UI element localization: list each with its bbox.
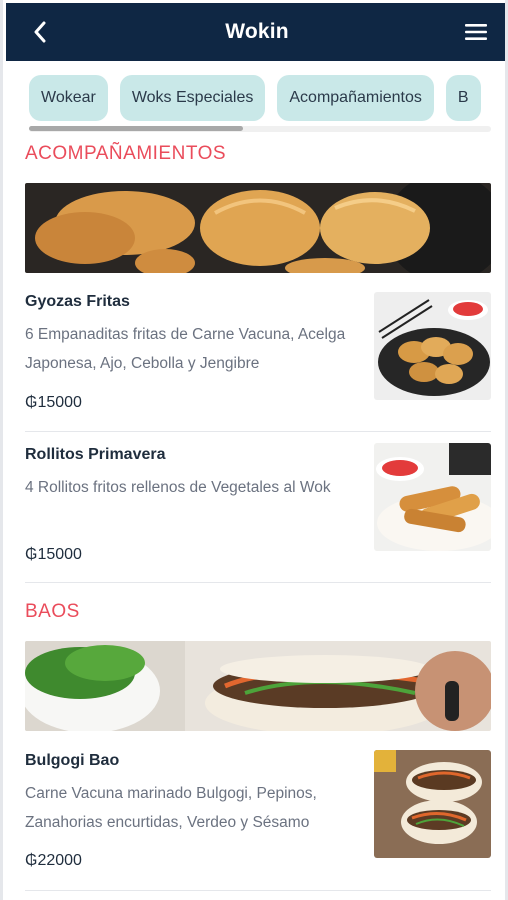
hamburger-menu-icon [465, 24, 487, 40]
menu-item-rollitos-primavera[interactable]: Rollitos Primavera 4 Rollitos fritos rel… [25, 443, 491, 574]
item-price: ₲15000 [25, 546, 82, 563]
item-divider [25, 582, 491, 583]
chevron-left-icon [34, 21, 46, 43]
category-chips[interactable]: Wokear Woks Especiales Acompañamientos B [23, 63, 491, 133]
item-price: ₲15000 [25, 394, 82, 411]
menu-button[interactable] [464, 20, 488, 44]
chip-b[interactable]: B [445, 75, 481, 121]
item-thumbnail [374, 292, 491, 400]
item-divider [25, 431, 491, 432]
fried-dumplings-image [25, 183, 491, 273]
item-name: Rollitos Primavera [25, 446, 166, 463]
chip-woks-especiales[interactable]: Woks Especiales [119, 75, 266, 121]
menu-item-bulgogi-bao[interactable]: Bulgogi Bao Carne Vacuna marinado Bulgog… [25, 750, 491, 880]
gyozas-thumbnail-image [374, 292, 491, 400]
section-title-acompanamientos: ACOMPAÑAMIENTOS [25, 143, 227, 164]
bao-thumbnail-image [374, 750, 491, 858]
section-banner-baos [25, 641, 491, 731]
item-thumbnail [374, 750, 491, 858]
back-button[interactable] [28, 19, 52, 45]
chips-scrollbar-thumb[interactable] [29, 126, 243, 131]
item-divider [25, 890, 491, 891]
app-header: Wokin [6, 3, 505, 61]
item-name: Gyozas Fritas [25, 293, 130, 310]
item-price: ₲22000 [25, 852, 82, 869]
spring-rolls-thumbnail-image [374, 443, 491, 551]
item-description: 6 Empanaditas fritas de Carne Vacuna, Ac… [25, 326, 346, 372]
app-title: Wokin [225, 20, 289, 43]
section-title-baos: BAOS [25, 601, 80, 622]
app-frame: Wokin Wokear Woks Especiales Acompañamie… [0, 0, 508, 900]
section-banner-gyozas [25, 183, 491, 273]
item-description: 4 Rollitos fritos rellenos de Vegetales … [25, 479, 331, 496]
item-name: Bulgogi Bao [25, 752, 120, 769]
menu-item-gyozas-fritas[interactable]: Gyozas Fritas 6 Empanaditas fritas de Ca… [25, 292, 491, 421]
chip-wokear[interactable]: Wokear [29, 75, 108, 121]
item-thumbnail [374, 443, 491, 551]
item-description: Carne Vacuna marinado Bulgogi, Pepinos, … [25, 785, 317, 831]
chip-acompanamientos[interactable]: Acompañamientos [277, 75, 434, 121]
bao-bun-image [25, 641, 491, 731]
